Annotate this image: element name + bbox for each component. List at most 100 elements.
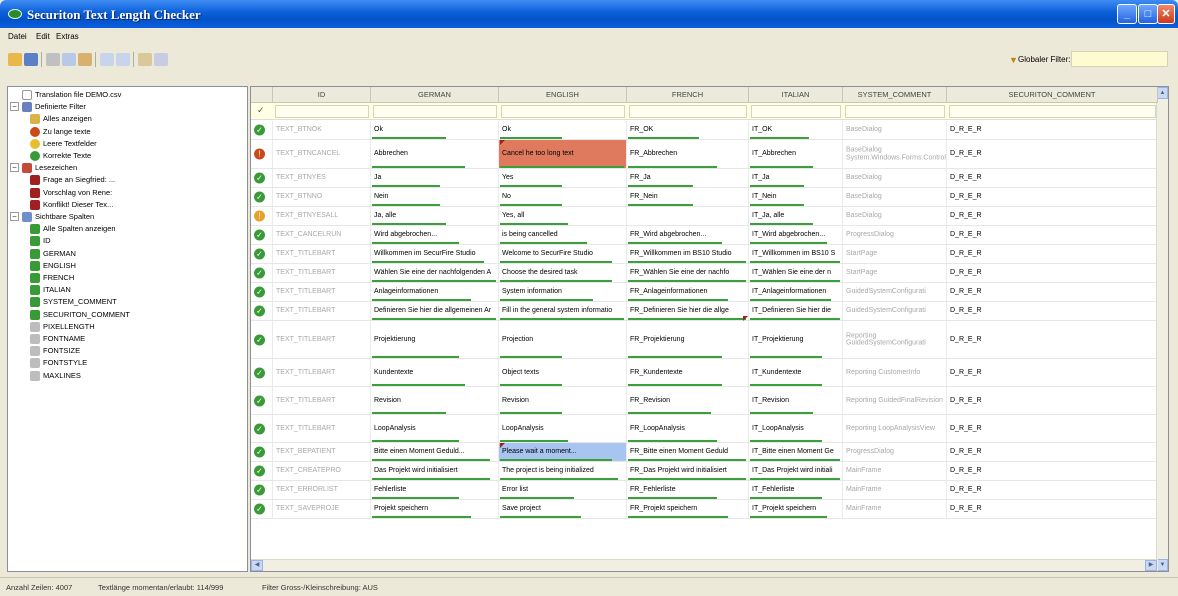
minimize-button[interactable]: _ — [1117, 4, 1137, 24]
securiton-cell[interactable]: D_R_E_R — [947, 188, 1158, 206]
english-cell[interactable]: Projection — [499, 321, 627, 358]
italian-cell[interactable]: IT_Fehlerliste — [749, 481, 843, 499]
table-row[interactable]: ✓ TEXT_SAVEPROJE Projekt speichern Save pro… — [251, 500, 1168, 519]
securiton-cell[interactable]: D_R_E_R — [947, 302, 1158, 320]
french-cell[interactable]: FR_Wird abgebrochen... — [627, 226, 749, 244]
tree-collapse-icon[interactable]: − — [10, 212, 19, 221]
system-cell[interactable]: StartPage — [843, 264, 947, 282]
german-cell[interactable]: Ok — [371, 121, 499, 139]
securiton-cell[interactable]: D_R_E_R — [947, 500, 1158, 518]
scroll-down-icon[interactable]: ▼ — [1157, 559, 1168, 571]
undo-icon[interactable] — [100, 53, 114, 66]
horizontal-scrollbar[interactable]: ◀ ▶ — [251, 559, 1158, 571]
id-cell[interactable]: TEXT_BTNYES — [273, 169, 371, 187]
english-cell[interactable]: Please wait a moment... — [499, 443, 627, 461]
securiton-cell[interactable]: D_R_E_R — [947, 359, 1158, 386]
vertical-scrollbar[interactable]: ▲ ▼ — [1156, 87, 1168, 571]
german-cell[interactable]: Fehlerliste — [371, 481, 499, 499]
german-cell[interactable]: Ja — [371, 169, 499, 187]
german-cell[interactable]: Projekt speichern — [371, 500, 499, 518]
securiton-cell[interactable]: D_R_E_R — [947, 443, 1158, 461]
row-status-cell[interactable]: ✓ — [251, 264, 273, 282]
id-cell[interactable]: TEXT_CREATEPRO — [273, 462, 371, 480]
row-status-cell[interactable]: ✓ — [251, 121, 273, 139]
row-status-cell[interactable]: ✓ — [251, 283, 273, 301]
paste-icon[interactable] — [78, 53, 92, 66]
german-cell[interactable]: Anlageinformationen — [371, 283, 499, 301]
row-status-cell[interactable]: ✓ — [251, 245, 273, 263]
column-filter-input[interactable] — [501, 105, 625, 118]
column-header-system-comment[interactable]: SYSTEM_COMMENT — [843, 87, 947, 103]
german-cell[interactable]: Kundentexte — [371, 359, 499, 386]
securiton-cell[interactable]: D_R_E_R — [947, 415, 1158, 442]
filter-icon[interactable] — [138, 53, 152, 66]
column-filter-input[interactable] — [845, 105, 945, 118]
system-cell[interactable]: BaseDialog — [843, 207, 947, 225]
italian-cell[interactable]: IT_Nein — [749, 188, 843, 206]
system-cell[interactable]: ProgressDialog — [843, 226, 947, 244]
english-cell[interactable]: Error list — [499, 481, 627, 499]
french-cell[interactable]: FR_Anlageinformationen — [627, 283, 749, 301]
column-header-french[interactable]: FRENCH — [627, 87, 749, 103]
french-cell[interactable]: FR_Definieren Sie hier die allge — [627, 302, 749, 320]
french-cell[interactable]: FR_Kundentexte — [627, 359, 749, 386]
german-cell[interactable]: LoopAnalysis — [371, 415, 499, 442]
system-cell[interactable]: Reporting GuidedSystemConfigurati — [843, 321, 947, 358]
german-cell[interactable]: Bitte einen Moment Geduld... — [371, 443, 499, 461]
french-cell[interactable]: FR_Das Projekt wird initialisiert — [627, 462, 749, 480]
id-cell[interactable]: TEXT_ERRORLIST — [273, 481, 371, 499]
system-cell[interactable]: MainFrame — [843, 500, 947, 518]
system-cell[interactable]: GuidedSystemConfigurati — [843, 302, 947, 320]
row-status-cell[interactable]: ! — [251, 207, 273, 225]
row-status-cell[interactable]: ✓ — [251, 415, 273, 442]
table-row[interactable]: ✓ TEXT_TITLEBART Projektierung Projection FR… — [251, 321, 1168, 359]
english-cell[interactable]: Save project — [499, 500, 627, 518]
english-cell[interactable]: is being cancelled — [499, 226, 627, 244]
row-status-cell[interactable]: ✓ — [251, 481, 273, 499]
english-cell[interactable]: Fill in the general system informatio — [499, 302, 627, 320]
id-cell[interactable]: TEXT_TITLEBART — [273, 387, 371, 414]
id-cell[interactable]: TEXT_TITLEBART — [273, 415, 371, 442]
french-cell[interactable]: FR_Projektierung — [627, 321, 749, 358]
close-button[interactable]: ✕ — [1157, 4, 1175, 24]
italian-cell[interactable]: IT_Anlageinformationen — [749, 283, 843, 301]
menu-datei[interactable]: Datei — [8, 32, 27, 41]
italian-cell[interactable]: IT_Kundentexte — [749, 359, 843, 386]
securiton-cell[interactable]: D_R_E_R — [947, 226, 1158, 244]
italian-cell[interactable]: IT_Bitte einen Moment Ge — [749, 443, 843, 461]
row-status-cell[interactable]: ✓ — [251, 462, 273, 480]
securiton-cell[interactable]: D_R_E_R — [947, 462, 1158, 480]
tree-collapse-icon[interactable]: − — [10, 102, 19, 112]
table-row[interactable]: ✓ TEXT_BEPATIENT Bitte einen Moment Geduld… — [251, 443, 1168, 462]
securiton-cell[interactable]: D_R_E_R — [947, 121, 1158, 139]
german-cell[interactable]: Revision — [371, 387, 499, 414]
table-row[interactable]: ✓ TEXT_TITLEBART Kundentexte Object texts FR… — [251, 359, 1168, 387]
id-cell[interactable]: TEXT_SAVEPROJE — [273, 500, 371, 518]
securiton-cell[interactable]: D_R_E_R — [947, 283, 1158, 301]
scroll-left-icon[interactable]: ◀ — [251, 560, 263, 571]
column-filter-input[interactable] — [949, 105, 1156, 118]
scroll-up-icon[interactable]: ▲ — [1157, 87, 1168, 99]
table-row[interactable]: ✓ TEXT_BTNYES Ja Yes FR_Ja IT_Ja BaseDialog D_R… — [251, 169, 1168, 188]
menu-extras[interactable]: Extras — [56, 32, 79, 41]
id-cell[interactable]: TEXT_TITLEBART — [273, 321, 371, 358]
table-row[interactable]: ! TEXT_BTNCANCEL Abbrechen Cancel he too lo… — [251, 140, 1168, 169]
securiton-cell[interactable]: D_R_E_R — [947, 321, 1158, 358]
id-cell[interactable]: TEXT_TITLEBART — [273, 264, 371, 282]
column-header-id[interactable]: ID — [273, 87, 371, 103]
column-filter-input[interactable] — [751, 105, 841, 118]
english-cell[interactable]: No — [499, 188, 627, 206]
system-cell[interactable]: GuidedSystemConfigurati — [843, 283, 947, 301]
system-cell[interactable]: ProgressDialog — [843, 443, 947, 461]
english-cell[interactable]: Choose the desired task — [499, 264, 627, 282]
english-cell[interactable]: Welcome to SecurFire Studio — [499, 245, 627, 263]
system-cell[interactable]: Reporting CustomerInfo — [843, 359, 947, 386]
system-cell[interactable]: MainFrame — [843, 462, 947, 480]
table-row[interactable]: ✓ TEXT_TITLEBART LoopAnalysis LoopAnalysis F… — [251, 415, 1168, 443]
id-cell[interactable]: TEXT_BTNCANCEL — [273, 140, 371, 168]
english-cell[interactable]: Yes, all — [499, 207, 627, 225]
german-cell[interactable]: Ja, alle — [371, 207, 499, 225]
row-status-cell[interactable]: ✓ — [251, 226, 273, 244]
table-row[interactable]: ✓ TEXT_CREATEPRO Das Projekt wird initiali… — [251, 462, 1168, 481]
german-cell[interactable]: Projektierung — [371, 321, 499, 358]
